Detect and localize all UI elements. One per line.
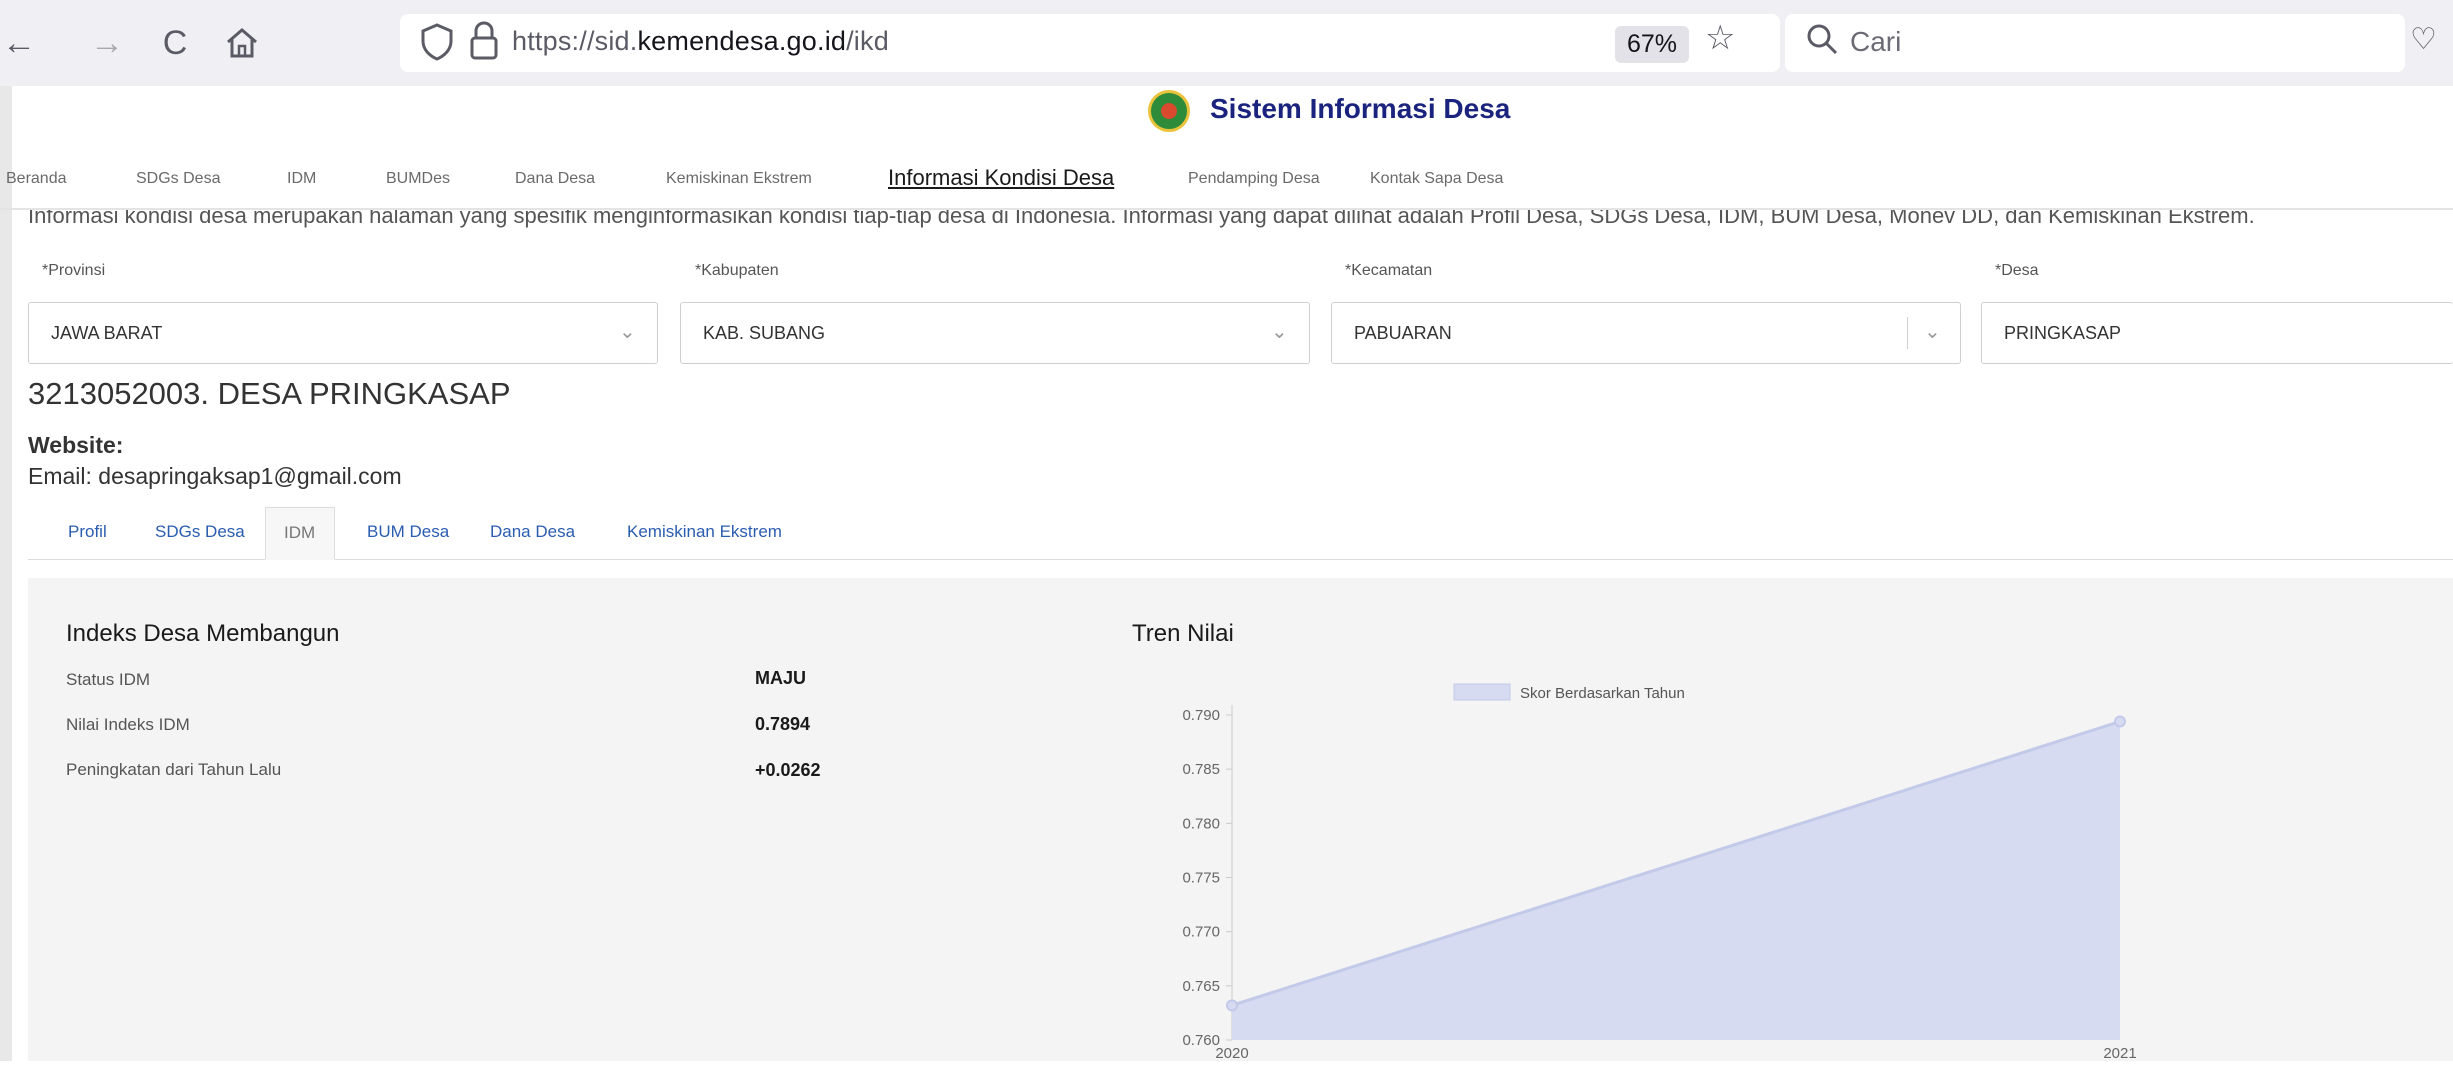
tab-bum-desa[interactable]: BUM Desa [367, 522, 449, 542]
url-text[interactable]: https://sid.kemendesa.go.id/ikd [512, 26, 889, 57]
tab-idm-label: IDM [284, 523, 316, 542]
kecamatan-value: PABUARAN [1354, 323, 1452, 343]
nilai-idm-value: 0.7894 [755, 714, 811, 734]
bookmark-star-icon[interactable]: ☆ [1705, 18, 1735, 58]
village-website: Website: [28, 432, 124, 458]
legend-label[interactable]: Skor Berdasarkan Tahun [1520, 685, 1685, 702]
select-separator [1907, 317, 1908, 349]
home-icon[interactable] [224, 26, 260, 65]
data-point[interactable] [2114, 715, 2126, 728]
nav-item-idm[interactable]: IDM [287, 170, 316, 188]
status-idm-value: MAJU [755, 668, 807, 688]
tab-kemiskinan-ekstrem[interactable]: Kemiskinan Ekstrem [627, 522, 782, 542]
status-idm-label: Status IDM [66, 670, 151, 689]
peningkatan-label: Peningkatan dari Tahun Lalu [66, 760, 282, 779]
nav-item-beranda[interactable]: Beranda [6, 170, 67, 188]
shield-icon[interactable] [420, 22, 454, 67]
desa-label: *Desa [1995, 262, 2039, 279]
village-email: Email: desapringaksap1@gmail.com [28, 463, 402, 489]
forward-arrow-icon[interactable]: → [82, 18, 132, 68]
nav-item-kemiskinan-ekstrem[interactable]: Kemiskinan Ekstrem [666, 170, 812, 188]
page-left-edge [0, 86, 12, 1061]
chevron-down-icon: ⌄ [1271, 321, 1288, 343]
nilai-idm-label: Nilai Indeks IDM [66, 715, 190, 734]
idm-title: Indeks Desa Membangun [66, 620, 340, 647]
y-tick-label: 0.780 [1182, 815, 1220, 832]
y-tick-label: 0.785 [1182, 761, 1220, 778]
y-tick-label: 0.790 [1182, 707, 1220, 724]
village-title: 3213052003. DESA PRINGKASAP [28, 376, 511, 411]
site-logo [1148, 90, 1190, 132]
y-tick-label: 0.775 [1182, 870, 1220, 887]
trend-title: Tren Nilai [1132, 620, 1234, 647]
y-tick-label: 0.765 [1182, 978, 1220, 995]
pocket-icon[interactable]: ♡ [2410, 22, 2437, 57]
site-title: Sistem Informasi Desa [1210, 93, 1511, 124]
peningkatan-value: +0.0262 [755, 760, 821, 780]
kabupaten-label: *Kabupaten [695, 262, 779, 279]
chevron-down-icon: ⌄ [1924, 321, 1941, 343]
y-tick-label: 0.770 [1182, 924, 1220, 941]
search-icon [1805, 22, 1839, 61]
nav-item-kontak-sapa-desa[interactable]: Kontak Sapa Desa [1370, 170, 1503, 188]
kabupaten-select[interactable]: KAB. SUBANG ⌄ [680, 302, 1310, 364]
tabs-divider [28, 559, 2453, 560]
x-tick-label: 2020 [1215, 1045, 1248, 1062]
nav-item-pendamping-desa[interactable]: Pendamping Desa [1188, 170, 1320, 188]
tab-idm[interactable]: IDM [265, 507, 335, 560]
area-series [1232, 721, 2120, 1040]
lock-icon[interactable] [468, 20, 500, 67]
provinsi-label: *Provinsi [42, 262, 106, 279]
kecamatan-label: *Kecamatan [1345, 262, 1433, 279]
x-tick-label: 2021 [2103, 1045, 2136, 1062]
zoom-level[interactable]: 67% [1615, 26, 1690, 63]
tab-dana-desa[interactable]: Dana Desa [490, 522, 575, 542]
desa-select[interactable]: PRINGKASAP [1981, 302, 2453, 364]
trend-chart: Skor Berdasarkan Tahun 0.790 0.785 0.780 0.… [1182, 683, 2137, 1062]
tab-sdgs-desa[interactable]: SDGs Desa [155, 522, 245, 542]
provinsi-select[interactable]: JAWA BARAT ⌄ [28, 302, 658, 364]
data-point[interactable] [1226, 999, 1238, 1012]
kabupaten-value: KAB. SUBANG [703, 323, 826, 343]
nav-item-dana-desa[interactable]: Dana Desa [515, 170, 595, 188]
back-arrow-icon[interactable]: ← [0, 18, 44, 68]
intro-text: Informasi kondisi desa merupakan halaman… [28, 210, 2255, 228]
search-input[interactable]: Cari [1850, 26, 1901, 58]
provinsi-value: JAWA BARAT [51, 323, 163, 343]
desa-value: PRINGKASAP [2004, 323, 2122, 343]
nav-item-bumdes[interactable]: BUMDes [386, 170, 450, 188]
reload-icon[interactable]: C [150, 18, 200, 68]
kecamatan-select[interactable]: PABUARAN ⌄ [1331, 302, 1961, 364]
chevron-down-icon: ⌄ [619, 321, 636, 343]
nav-item-sdgs-desa[interactable]: SDGs Desa [136, 170, 220, 188]
nav-item-informasi-kondisi-desa[interactable]: Informasi Kondisi Desa [888, 165, 1114, 191]
legend-swatch[interactable] [1453, 683, 1511, 701]
tab-profil[interactable]: Profil [68, 522, 107, 542]
